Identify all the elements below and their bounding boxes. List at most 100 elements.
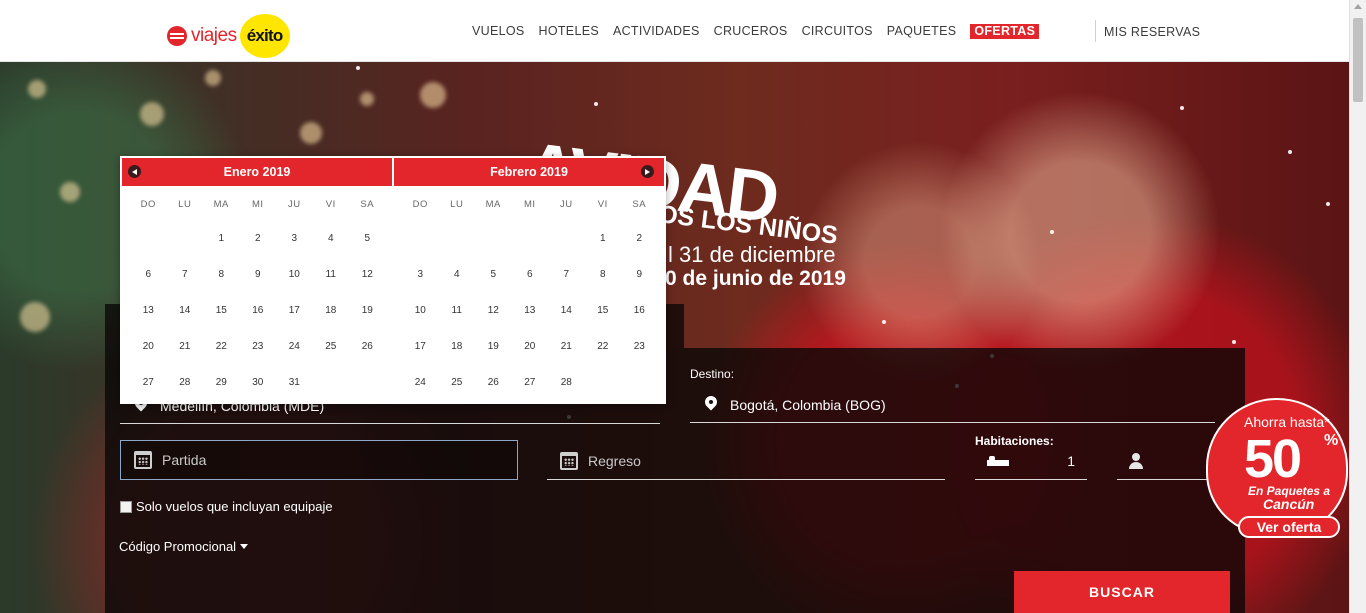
nav-cruceros[interactable]: CRUCEROS xyxy=(714,24,788,39)
rooms-selector[interactable]: 1 xyxy=(975,442,1087,480)
calendar-day[interactable]: 17 xyxy=(402,341,439,352)
return-date-input[interactable]: Regreso xyxy=(547,442,945,480)
departure-date-input[interactable]: Partida xyxy=(120,440,518,480)
hero-date-line1: l 31 de diciembre xyxy=(668,242,836,267)
week-row: 12345 xyxy=(130,233,386,244)
calendar-day[interactable]: 5 xyxy=(475,269,512,280)
bokeh-light xyxy=(20,302,50,332)
promo-badge[interactable]: Ahorra hasta* 50 % En Paquetes a Cancún … xyxy=(1204,398,1352,540)
destination-field[interactable]: Bogotá, Colombia (BOG) xyxy=(690,387,1215,423)
month-title: Febrero 2019 xyxy=(490,165,568,179)
calendar-day[interactable]: 15 xyxy=(585,305,622,316)
calendar-day[interactable]: 13 xyxy=(130,305,167,316)
calendar-day[interactable]: 25 xyxy=(439,377,476,388)
nav-hoteles[interactable]: HOTELES xyxy=(539,24,599,39)
nav-vuelos[interactable]: VUELOS xyxy=(472,24,525,39)
calendar-day[interactable]: 2 xyxy=(240,233,277,244)
calendar-day[interactable]: 12 xyxy=(475,305,512,316)
snow-dot xyxy=(1180,106,1184,110)
nav-ofertas[interactable]: OFERTAS xyxy=(970,24,1040,39)
scroll-up-icon[interactable] xyxy=(1354,4,1362,9)
departure-placeholder: Partida xyxy=(162,452,207,468)
calendar-day[interactable]: 14 xyxy=(167,305,204,316)
calendar-day[interactable]: 8 xyxy=(585,269,622,280)
calendar-day[interactable]: 18 xyxy=(313,305,350,316)
logo-brand: éxito xyxy=(239,14,290,58)
bed-icon xyxy=(987,454,1009,468)
calendar-day[interactable]: 8 xyxy=(203,269,240,280)
calendar-empty-cell xyxy=(585,377,622,388)
calendar-day[interactable]: 20 xyxy=(130,341,167,352)
prev-month-icon[interactable] xyxy=(128,165,141,178)
nav-paquetes[interactable]: PAQUETES xyxy=(887,24,957,39)
calendar-day[interactable]: 13 xyxy=(512,305,549,316)
calendar-day[interactable]: 18 xyxy=(439,341,476,352)
calendar-day[interactable]: 1 xyxy=(585,233,622,244)
calendar-day[interactable]: 9 xyxy=(621,269,658,280)
calendar-day[interactable]: 23 xyxy=(240,341,277,352)
calendar-day[interactable]: 24 xyxy=(402,377,439,388)
calendar-day[interactable]: 21 xyxy=(548,341,585,352)
calendar-day[interactable]: 17 xyxy=(276,305,313,316)
baggage-filter[interactable]: Solo vuelos que incluyan equipaje xyxy=(120,499,333,514)
calendar-empty-cell xyxy=(130,233,167,244)
nav-circuitos[interactable]: CIRCUITOS xyxy=(802,24,873,39)
calendar-day[interactable]: 7 xyxy=(167,269,204,280)
calendar-day[interactable]: 11 xyxy=(439,305,476,316)
calendar-day[interactable]: 25 xyxy=(313,341,350,352)
calendar-day[interactable]: 16 xyxy=(240,305,277,316)
calendar-day[interactable]: 21 xyxy=(167,341,204,352)
destination-value: Bogotá, Colombia (BOG) xyxy=(730,396,886,413)
calendar-day[interactable]: 16 xyxy=(621,305,658,316)
baggage-checkbox[interactable] xyxy=(120,500,132,513)
calendar-day[interactable]: 20 xyxy=(512,341,549,352)
calendar-day[interactable]: 23 xyxy=(621,341,658,352)
ver-oferta-button[interactable]: Ver oferta xyxy=(1238,516,1340,538)
calendar-day[interactable]: 29 xyxy=(203,377,240,388)
calendar-day[interactable]: 30 xyxy=(240,377,277,388)
calendar-day[interactable]: 22 xyxy=(203,341,240,352)
calendar-day[interactable]: 19 xyxy=(349,305,386,316)
calendar-day[interactable]: 27 xyxy=(130,377,167,388)
calendar-day[interactable]: 12 xyxy=(349,269,386,280)
calendar-day[interactable]: 6 xyxy=(512,269,549,280)
calendar-day[interactable]: 7 xyxy=(548,269,585,280)
mis-reservas-link[interactable]: MIS RESERVAS xyxy=(1104,25,1200,39)
calendar-day[interactable]: 3 xyxy=(276,233,313,244)
nav-actividades[interactable]: ACTIVIDADES xyxy=(613,24,700,39)
calendar-day[interactable]: 10 xyxy=(402,305,439,316)
scroll-thumb[interactable] xyxy=(1353,18,1363,102)
calendar-day[interactable]: 15 xyxy=(203,305,240,316)
calendar-day[interactable]: 5 xyxy=(349,233,386,244)
calendar-day[interactable]: 27 xyxy=(512,377,549,388)
calendar-day[interactable]: 24 xyxy=(276,341,313,352)
guests-selector[interactable] xyxy=(1117,442,1215,480)
calendar-day[interactable]: 4 xyxy=(313,233,350,244)
calendar-day[interactable]: 3 xyxy=(402,269,439,280)
calendar-day[interactable]: 22 xyxy=(585,341,622,352)
viajes-exito-logo[interactable]: viajes éxito xyxy=(167,14,290,58)
calendar-day[interactable]: 14 xyxy=(548,305,585,316)
calendar-day[interactable]: 26 xyxy=(349,341,386,352)
calendar-day[interactable]: 2 xyxy=(621,233,658,244)
calendar-day[interactable]: 26 xyxy=(475,377,512,388)
calendar-day[interactable]: 4 xyxy=(439,269,476,280)
calendar-empty-cell xyxy=(349,377,386,388)
calendar-day[interactable]: 28 xyxy=(167,377,204,388)
calendar-day[interactable]: 6 xyxy=(130,269,167,280)
calendar-day[interactable]: 19 xyxy=(475,341,512,352)
calendar-day[interactable]: 10 xyxy=(276,269,313,280)
bokeh-light xyxy=(360,92,374,106)
page-scrollbar[interactable] xyxy=(1349,0,1366,613)
calendar-day[interactable]: 28 xyxy=(548,377,585,388)
snow-dot xyxy=(1288,150,1292,154)
calendar-day[interactable]: 31 xyxy=(276,377,313,388)
calendar-day[interactable]: 9 xyxy=(240,269,277,280)
month-january: Enero 2019 DO LU MA MI JU VI SA 12345 6 7 8 9 10 11… xyxy=(120,156,392,404)
calendar-day[interactable]: 1 xyxy=(203,233,240,244)
promo-code-toggle[interactable]: Código Promocional xyxy=(119,539,249,554)
calendar-day[interactable]: 11 xyxy=(313,269,350,280)
next-month-icon[interactable] xyxy=(641,165,654,178)
month-title: Enero 2019 xyxy=(223,165,291,179)
search-button[interactable]: BUSCAR xyxy=(1014,571,1230,613)
